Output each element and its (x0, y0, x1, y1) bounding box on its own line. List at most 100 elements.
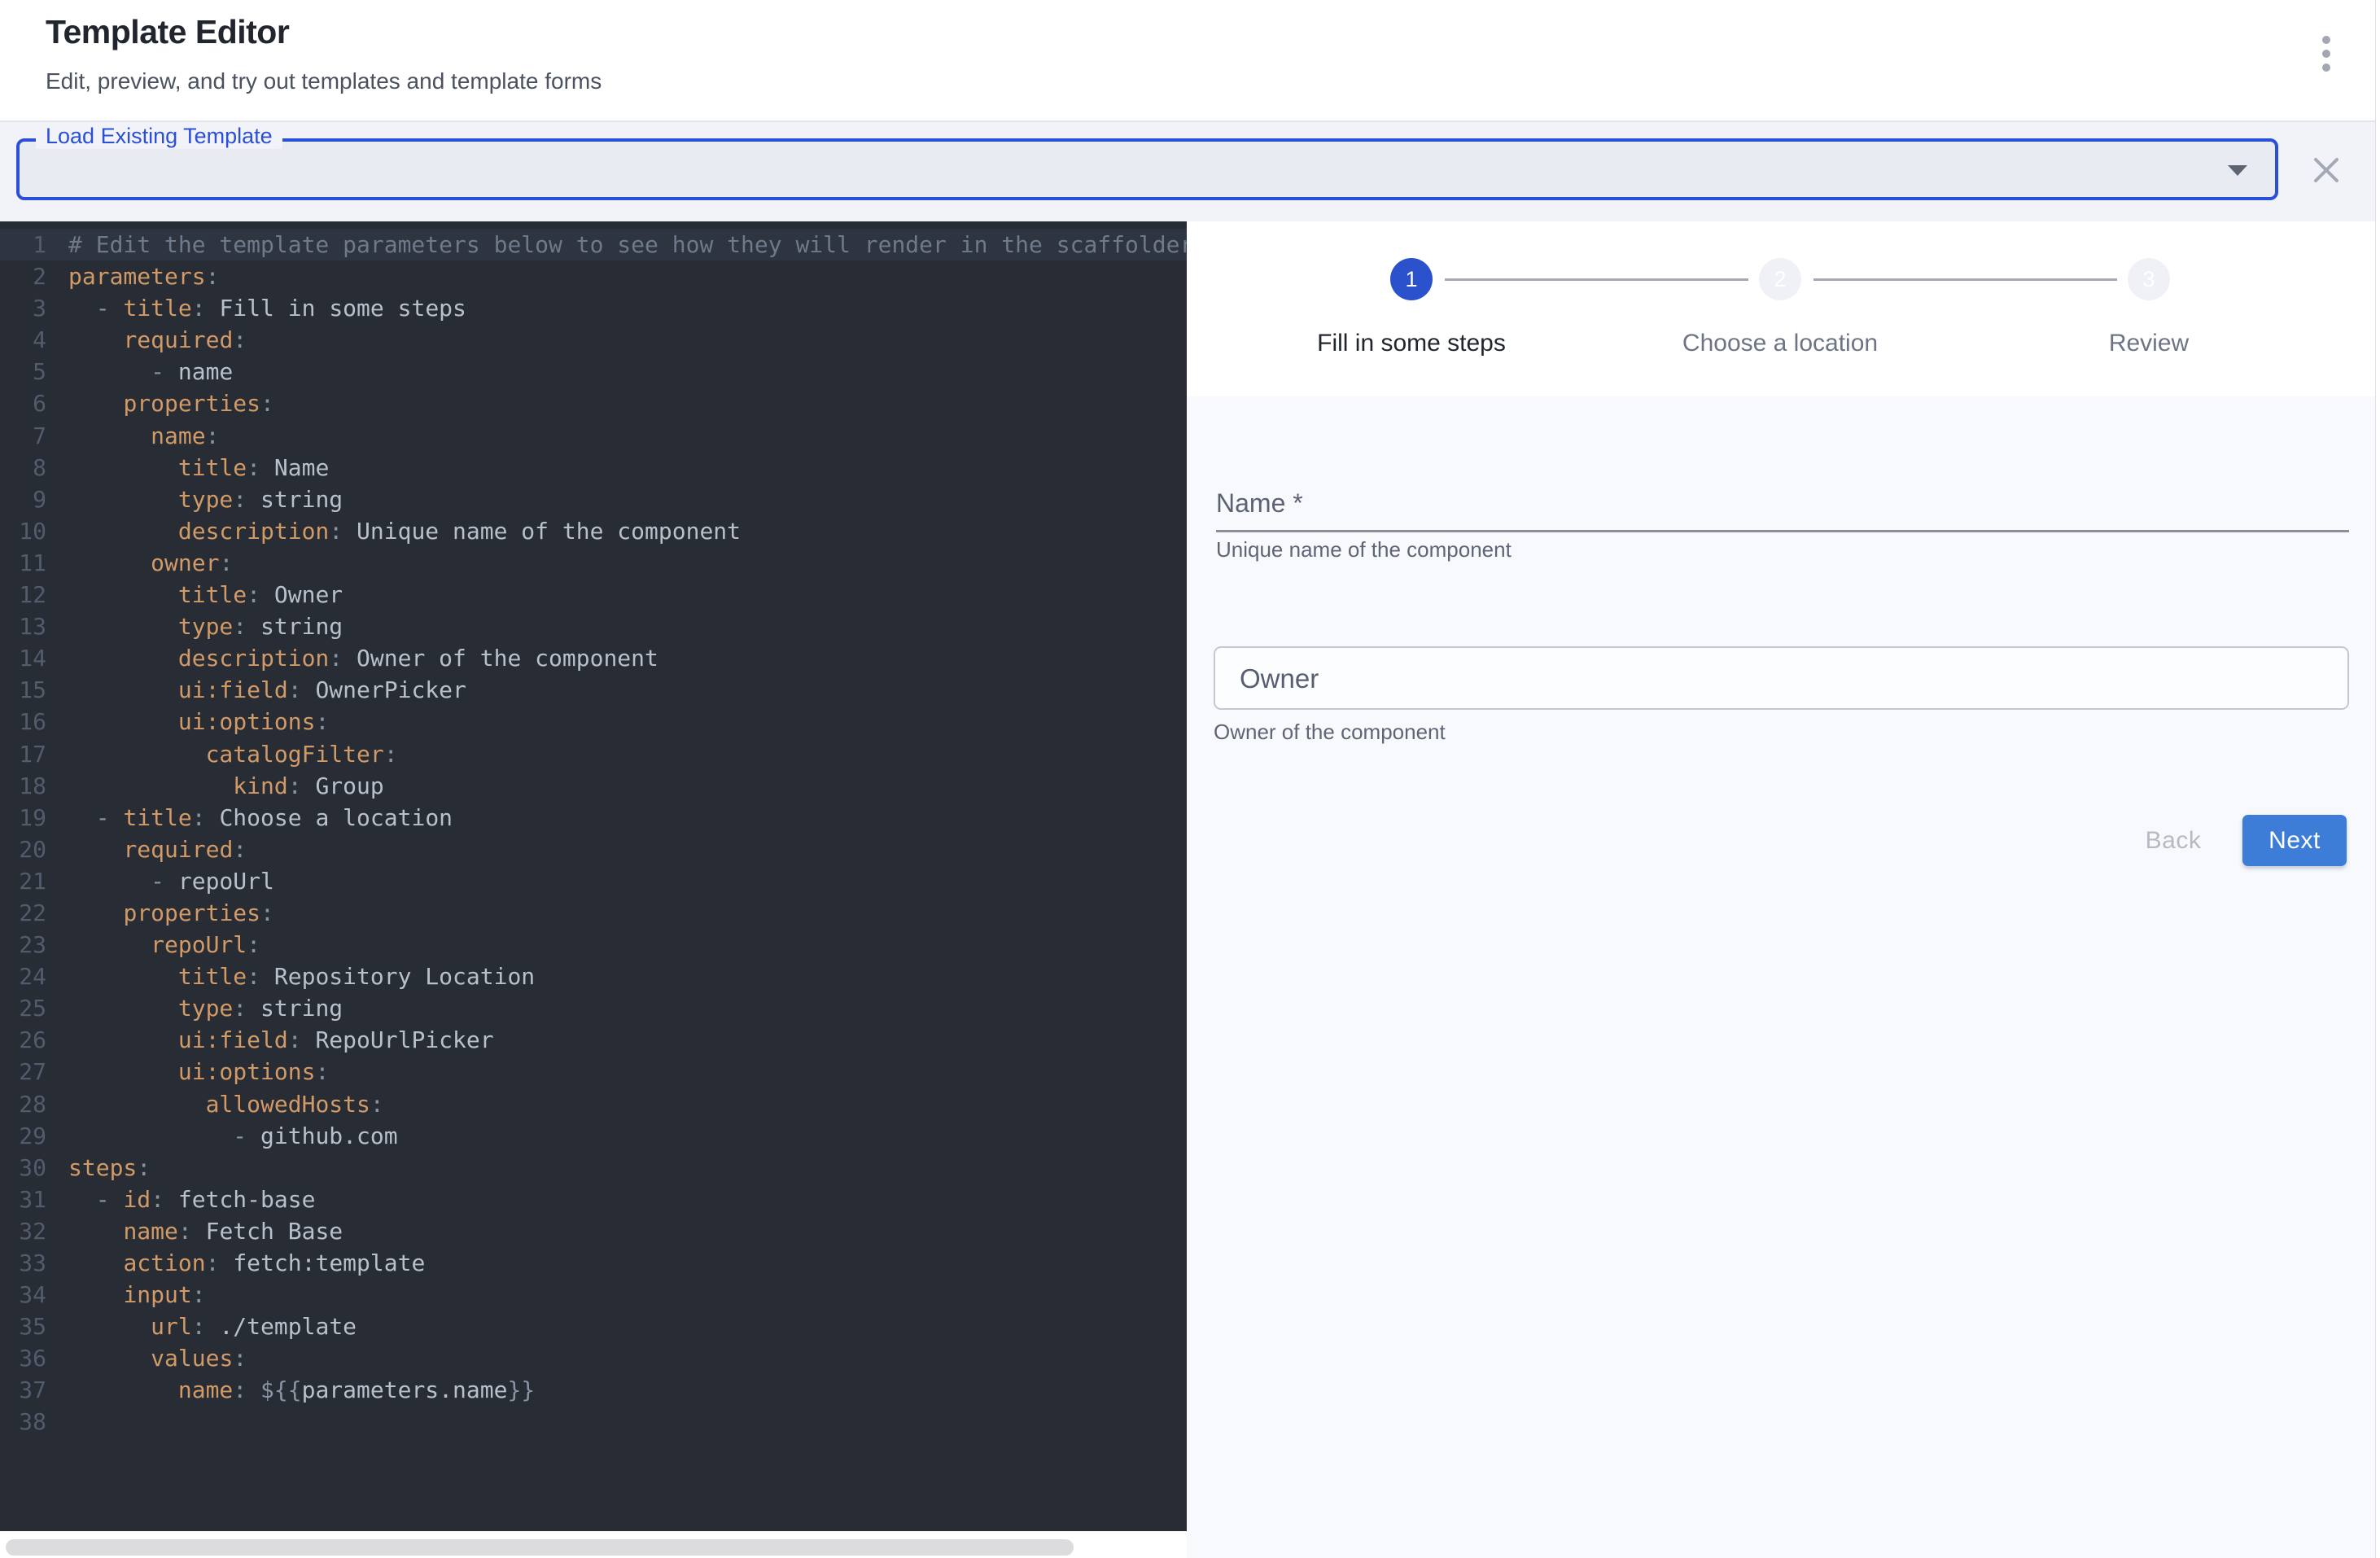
line-number: 35 (0, 1311, 46, 1342)
name-field[interactable]: Name * (1216, 468, 2349, 533)
code-line: 37 name: ${{parameters.name}} (0, 1374, 1187, 1406)
line-number: 3 (0, 292, 46, 324)
code-line: 32 name: Fetch Base (0, 1215, 1187, 1247)
line-number: 31 (0, 1184, 46, 1215)
clear-template-button[interactable] (2305, 149, 2347, 191)
line-number: 13 (0, 611, 46, 642)
code-line: 8 title: Name (0, 452, 1187, 484)
code-line: 7 name: (0, 420, 1187, 452)
line-number: 29 (0, 1120, 46, 1152)
line-number: 28 (0, 1088, 46, 1120)
code-line: 18 kind: Group (0, 770, 1187, 802)
line-number: 34 (0, 1279, 46, 1311)
owner-field-helper: Owner of the component (1214, 720, 1446, 745)
code-line: 4 required: (0, 324, 1187, 356)
name-field-underline (1216, 530, 2349, 532)
page-header: Template Editor Edit, preview, and try o… (0, 0, 2380, 122)
step-label-review: Review (2109, 330, 2189, 357)
line-number: 30 (0, 1152, 46, 1184)
name-field-helper: Unique name of the component (1216, 537, 1512, 562)
back-button[interactable]: Back (2116, 816, 2230, 865)
line-number: 10 (0, 515, 46, 547)
template-editor-app: Template Editor Edit, preview, and try o… (0, 0, 2380, 1558)
line-number: 2 (0, 260, 46, 292)
code-line: 12 title: Owner (0, 579, 1187, 611)
line-number: 24 (0, 961, 46, 992)
line-number: 20 (0, 834, 46, 865)
code-line: 27 ui:options: (0, 1056, 1187, 1088)
line-number: 25 (0, 992, 46, 1024)
code-line: 30steps: (0, 1152, 1187, 1184)
line-number: 9 (0, 484, 46, 515)
code-line: 6 properties: (0, 387, 1187, 419)
code-line: 33 action: fetch:template (0, 1247, 1187, 1279)
chevron-down-icon (2228, 165, 2247, 176)
code-line: 5 - name (0, 356, 1187, 387)
line-number: 4 (0, 324, 46, 356)
code-line: 2parameters: (0, 260, 1187, 292)
line-number: 16 (0, 706, 46, 737)
line-number: 14 (0, 642, 46, 674)
line-number: 27 (0, 1056, 46, 1088)
line-number: 21 (0, 865, 46, 897)
scrollbar-thumb[interactable] (6, 1539, 1074, 1556)
code-line: 10 description: Unique name of the compo… (0, 515, 1187, 547)
load-template-select[interactable] (16, 138, 2278, 200)
code-line: 29 - github.com (0, 1120, 1187, 1152)
code-line: 36 values: (0, 1342, 1187, 1374)
code-line: 28 allowedHosts: (0, 1088, 1187, 1120)
line-number: 26 (0, 1024, 46, 1056)
line-number: 5 (0, 356, 46, 387)
line-number: 12 (0, 579, 46, 611)
stepper-connector (1813, 278, 2117, 281)
line-number: 33 (0, 1247, 46, 1279)
kebab-menu-icon (2322, 36, 2330, 77)
code-line: 31 - id: fetch-base (0, 1184, 1187, 1215)
code-line: 19 - title: Choose a location (0, 802, 1187, 834)
code-line: 16 ui:options: (0, 706, 1187, 737)
page-title: Template Editor (46, 13, 289, 51)
line-number: 38 (0, 1406, 46, 1438)
next-button[interactable]: Next (2242, 815, 2347, 866)
line-number: 6 (0, 387, 46, 419)
line-number: 23 (0, 929, 46, 961)
load-template-section: Load Existing Template (0, 122, 2380, 221)
code-line: 11 owner: (0, 547, 1187, 579)
code-line: 34 input: (0, 1279, 1187, 1311)
template-form-preview (1187, 396, 2380, 1558)
yaml-editor[interactable]: 1# Edit the template parameters below to… (0, 221, 1187, 1531)
code-line: 15 ui:field: OwnerPicker (0, 674, 1187, 706)
code-line: 38 (0, 1406, 1187, 1438)
step-label-fill-in-some-steps: Fill in some steps (1317, 330, 1506, 357)
line-number: 8 (0, 452, 46, 484)
line-number: 32 (0, 1215, 46, 1247)
line-number: 11 (0, 547, 46, 579)
code-line: 9 type: string (0, 484, 1187, 515)
code-line: 25 type: string (0, 992, 1187, 1024)
code-line: 22 properties: (0, 897, 1187, 929)
code-line: 13 type: string (0, 611, 1187, 642)
stepper-connector (1445, 278, 1748, 281)
editor-horizontal-scrollbar[interactable] (0, 1531, 1187, 1558)
page-subtitle: Edit, preview, and try out templates and… (46, 68, 602, 94)
step-circle-1: 1 (1390, 258, 1433, 300)
line-number: 19 (0, 802, 46, 834)
step-circle-3: 3 (2128, 258, 2170, 300)
page-vertical-scrollbar[interactable] (2375, 0, 2380, 1558)
line-number: 1 (0, 229, 46, 260)
line-number: 36 (0, 1342, 46, 1374)
owner-field-label: Owner (1240, 663, 1319, 694)
line-number: 17 (0, 738, 46, 770)
more-options-button[interactable] (2303, 24, 2349, 90)
code-line: 23 repoUrl: (0, 929, 1187, 961)
code-line: 1# Edit the template parameters below to… (0, 229, 1187, 260)
step-label-choose-a-location: Choose a location (1682, 330, 1878, 357)
load-template-select-label: Load Existing Template (36, 124, 282, 149)
code-line: 35 url: ./template (0, 1311, 1187, 1342)
code-line: 26 ui:field: RepoUrlPicker (0, 1024, 1187, 1056)
name-field-label: Name * (1216, 488, 1303, 519)
code-line: 20 required: (0, 834, 1187, 865)
code-line: 21 - repoUrl (0, 865, 1187, 897)
owner-field[interactable]: Owner (1214, 646, 2349, 710)
yaml-editor-lines: 1# Edit the template parameters below to… (0, 229, 1187, 1438)
